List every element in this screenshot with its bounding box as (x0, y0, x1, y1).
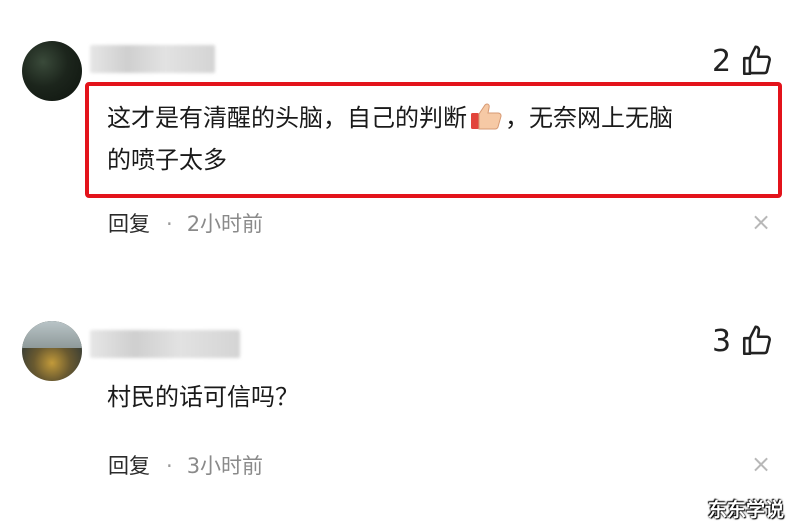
like-count: 3 (712, 324, 732, 359)
close-icon[interactable]: × (751, 210, 771, 234)
watermark: 东东学说 (707, 499, 784, 521)
comment-text: 村民的话可信吗？ (107, 376, 777, 418)
thumbs-up-icon[interactable] (740, 324, 774, 358)
thumbs-up-icon[interactable] (740, 44, 774, 78)
comment-meta: 回复 · 2小时前 (108, 208, 263, 238)
comment-meta: 回复 · 3小时前 (108, 450, 263, 480)
like-count: 2 (712, 44, 732, 79)
timestamp: 3小时前 (186, 454, 264, 478)
separator-dot: · (166, 454, 173, 478)
username-blurred[interactable] (90, 330, 240, 358)
thumbs-up-emoji (469, 102, 503, 132)
comment-text-line2: 的喷子太多 (107, 146, 227, 174)
separator-dot: · (166, 212, 173, 236)
comment-text-part1: 这才是有清醒的头脑，自己的判断 (107, 104, 467, 132)
avatar[interactable] (22, 321, 82, 381)
comment-text-line1: 村民的话可信吗？ (107, 383, 299, 411)
comment-text-part2: ，无奈网上无脑 (505, 104, 673, 132)
avatar[interactable] (22, 41, 82, 101)
reply-button[interactable]: 回复 (108, 454, 150, 478)
comment-text: 这才是有清醒的头脑，自己的判断 ，无奈网上无脑 的喷子太多 (107, 97, 777, 181)
reply-button[interactable]: 回复 (108, 212, 150, 236)
username-blurred[interactable] (90, 45, 215, 73)
close-icon[interactable]: × (751, 452, 771, 476)
timestamp: 2小时前 (186, 212, 264, 236)
